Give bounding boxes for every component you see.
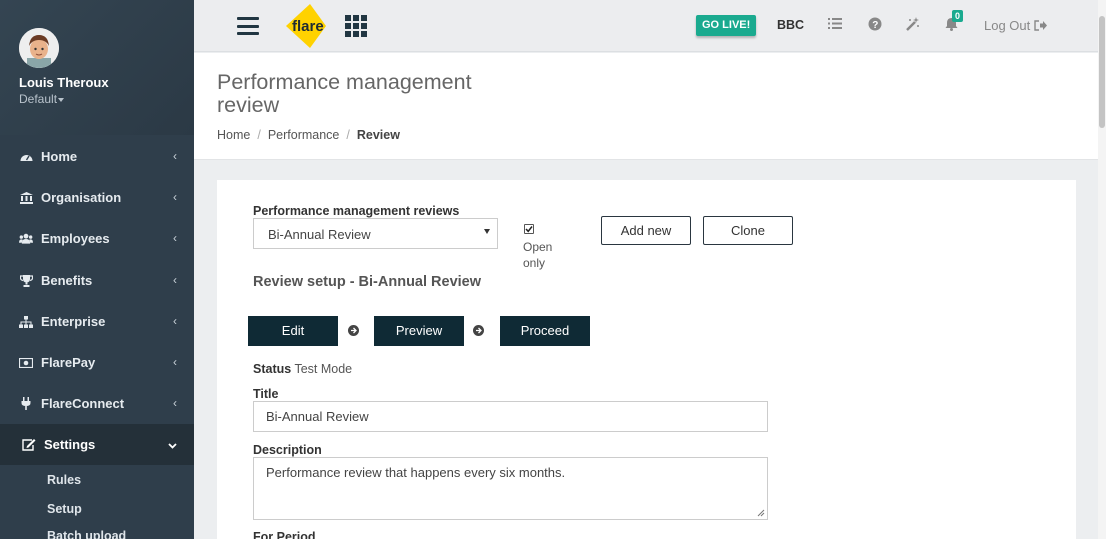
status-label: Status — [253, 362, 292, 376]
page-header: Performance management review Home / Perfo… — [194, 53, 1098, 160]
sign-out-icon — [1034, 18, 1047, 33]
select-arrow-icon — [484, 229, 490, 234]
logout-label: Log Out — [984, 18, 1031, 33]
breadcrumb-separator: / — [346, 128, 350, 142]
breadcrumb-separator: / — [257, 128, 261, 142]
chevron-left-icon: ‹ — [173, 355, 177, 369]
arrow-right-icon — [473, 325, 484, 336]
money-icon — [19, 357, 33, 368]
sidebar-item-label: Benefits — [41, 273, 93, 288]
sidebar-item-flarepay[interactable]: FlarePay ‹ — [0, 342, 194, 383]
page-title: Performance management review — [217, 70, 472, 117]
review-status: Status Test Mode — [253, 362, 352, 376]
caret-down-icon — [58, 97, 65, 102]
scrollbar-thumb[interactable] — [1099, 16, 1105, 128]
sidebar-item-organisation[interactable]: Organisation ‹ — [0, 177, 194, 218]
description-textarea[interactable]: Performance review that happens every si… — [253, 457, 768, 520]
review-setup-card: Performance management reviews Bi-Annual… — [217, 180, 1076, 539]
chevron-left-icon: ‹ — [173, 190, 177, 204]
chevron-left-icon: ‹ — [173, 314, 177, 328]
logout-link[interactable]: Log Out — [984, 18, 1047, 33]
top-navbar: flare GO LIVE! BBC ? 0 Log Out — [194, 0, 1098, 52]
description-label: Description — [253, 443, 322, 457]
breadcrumb-home[interactable]: Home — [217, 128, 250, 142]
logo-text: flare — [292, 18, 324, 35]
sidebar-item-flareconnect[interactable]: FlareConnect ‹ — [0, 383, 194, 424]
breadcrumb-performance[interactable]: Performance — [268, 128, 340, 142]
sidebar-item-employees[interactable]: Employees ‹ — [0, 218, 194, 259]
sidebar-item-benefits[interactable]: Benefits ‹ — [0, 260, 194, 301]
flare-logo[interactable]: flare — [282, 4, 328, 48]
proceed-button[interactable]: Proceed — [500, 316, 590, 346]
edit-button[interactable]: Edit — [248, 316, 338, 346]
sidebar-item-label: FlarePay — [41, 355, 96, 370]
magic-wand-icon[interactable] — [906, 17, 921, 32]
title-input[interactable]: Bi-Annual Review — [253, 401, 768, 432]
svg-text:?: ? — [872, 20, 878, 31]
arrow-right-icon — [348, 325, 359, 336]
avatar[interactable] — [19, 28, 59, 68]
preview-button[interactable]: Preview — [374, 316, 464, 346]
list-icon[interactable] — [828, 17, 843, 32]
sidebar-item-home[interactable]: Home ‹ — [0, 136, 194, 177]
users-icon — [19, 233, 33, 244]
breadcrumb: Home / Performance / Review — [217, 128, 400, 142]
menu-toggle-icon[interactable] — [237, 17, 259, 35]
dashboard-icon — [19, 151, 33, 162]
sidebar-subitem-setup[interactable]: Setup — [47, 502, 82, 516]
edit-icon — [22, 438, 36, 451]
title-label: Title — [253, 387, 279, 401]
trophy-icon — [19, 274, 33, 287]
sidebar-item-label: Organisation — [41, 190, 122, 205]
user-name: Louis Theroux — [19, 75, 109, 90]
sitemap-icon — [19, 315, 33, 328]
user-role-label: Default — [19, 92, 58, 106]
sidebar-subitem-batch-upload[interactable]: Batch upload — [47, 529, 126, 539]
open-only-label: Open only — [523, 240, 553, 270]
description-text: Performance review that happens every si… — [266, 465, 566, 480]
user-role-dropdown[interactable]: Default — [19, 92, 65, 106]
chevron-left-icon: ‹ — [173, 396, 177, 410]
sidebar-item-label: Enterprise — [41, 314, 106, 329]
clone-button[interactable]: Clone — [703, 216, 793, 245]
status-value: Test Mode — [294, 362, 353, 376]
sidebar-item-enterprise[interactable]: Enterprise ‹ — [0, 301, 194, 342]
add-new-button[interactable]: Add new — [601, 216, 691, 245]
sidebar-item-label: Employees — [41, 231, 110, 246]
reviews-label: Performance management reviews — [253, 204, 460, 218]
review-select[interactable]: Bi-Annual Review — [253, 218, 498, 249]
sidebar: Louis Theroux Default Home ‹ Organisatio… — [0, 0, 194, 539]
plug-icon — [19, 397, 33, 410]
sidebar-item-settings[interactable]: Settings — [0, 424, 194, 465]
bank-icon — [19, 191, 33, 204]
sidebar-item-label: Settings — [44, 437, 96, 452]
user-profile: Louis Theroux Default — [0, 0, 194, 135]
page-scrollbar[interactable] — [1098, 0, 1106, 539]
sidebar-subitem-rules[interactable]: Rules — [47, 473, 81, 487]
review-select-value: Bi-Annual Review — [268, 227, 371, 242]
open-only-checkbox[interactable] — [524, 224, 534, 234]
chevron-left-icon: ‹ — [173, 149, 177, 163]
chevron-down-icon — [168, 438, 177, 452]
help-icon[interactable]: ? — [868, 17, 883, 32]
go-live-button[interactable]: GO LIVE! — [696, 15, 757, 36]
company-name[interactable]: BBC — [777, 18, 804, 32]
apps-grid-icon[interactable] — [345, 15, 367, 37]
breadcrumb-current: Review — [356, 128, 400, 142]
review-setup-title: Review setup - Bi-Annual Review — [253, 274, 482, 290]
chevron-left-icon: ‹ — [173, 231, 177, 245]
sidebar-item-label: FlareConnect — [41, 396, 125, 411]
sidebar-item-label: Home — [41, 149, 78, 164]
resize-handle-icon[interactable] — [757, 509, 765, 517]
chevron-left-icon: ‹ — [173, 273, 177, 287]
period-label: For Period — [253, 530, 316, 539]
notification-badge: 0 — [952, 10, 964, 22]
